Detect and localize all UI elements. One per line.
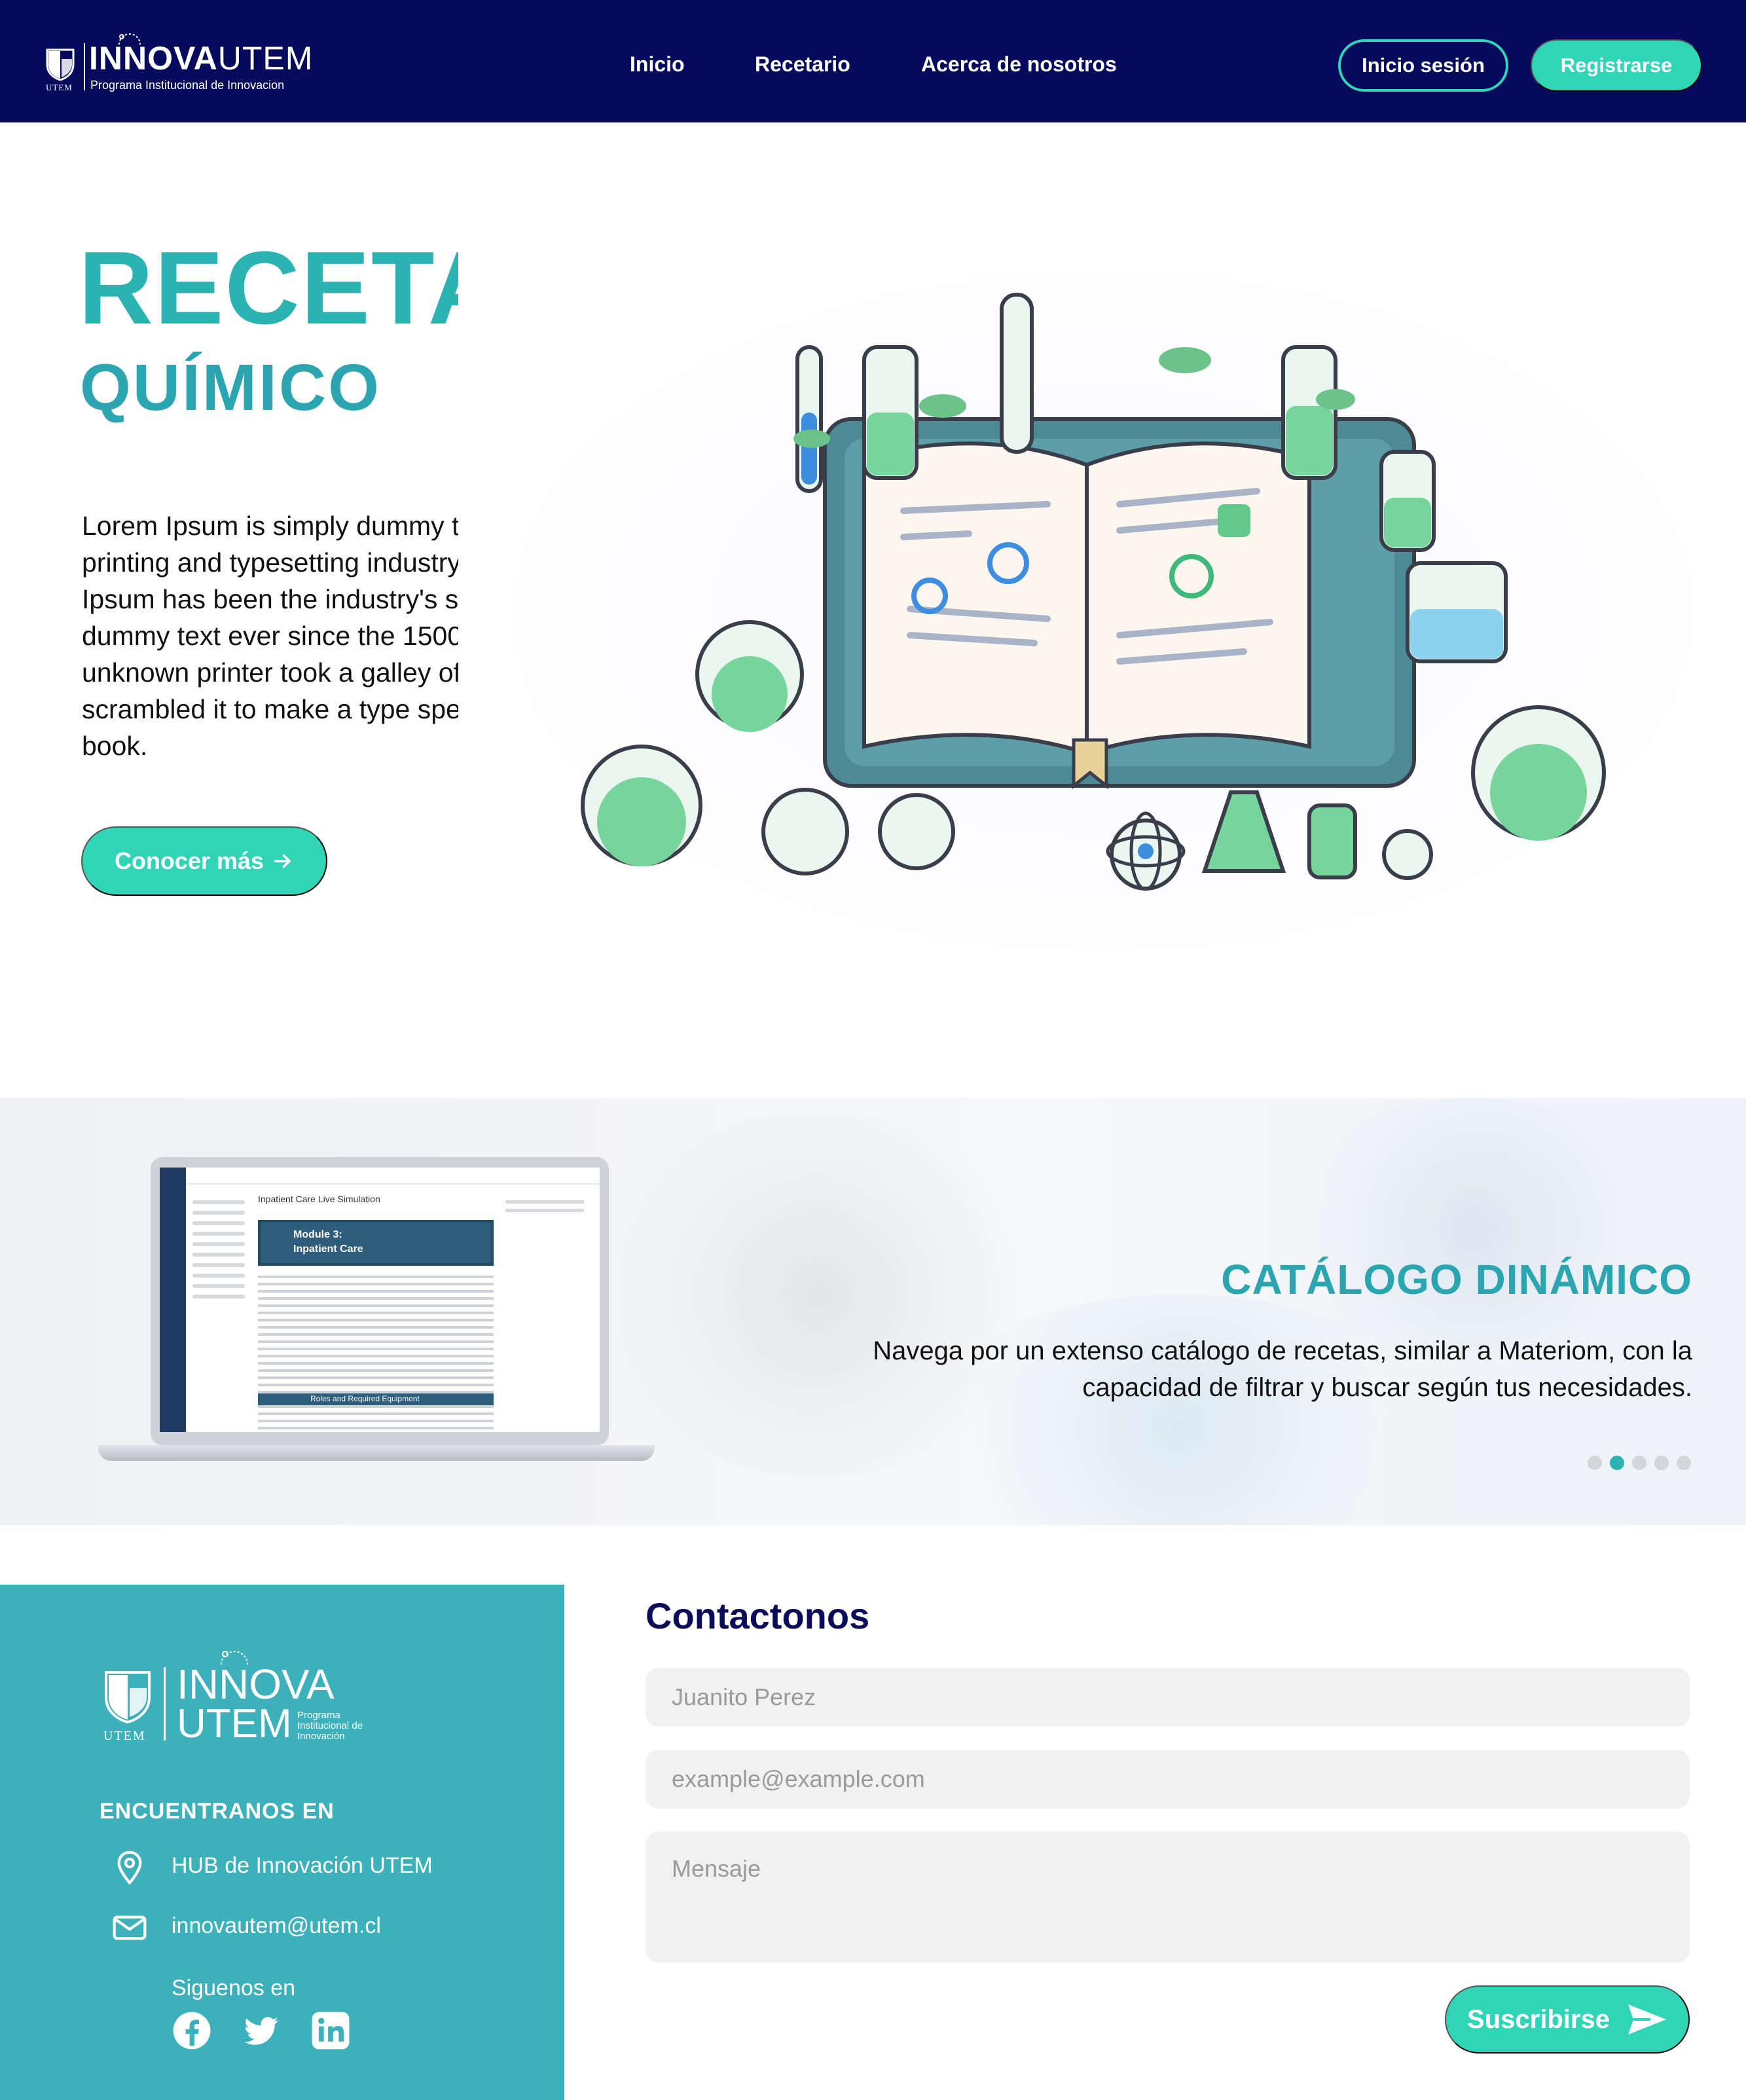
lms-module-subtitle: Inpatient Care [293, 1243, 363, 1255]
chemistry-book-illustration [458, 242, 1746, 982]
footer-logo: UTEM INNOVA UTEM Programa Institucional … [103, 1644, 365, 1755]
learn-more-label: Conocer más [114, 847, 264, 874]
carousel-dot[interactable] [1677, 1456, 1691, 1470]
lms-module-banner: Module 3: Inpatient Care [258, 1220, 494, 1266]
logo-brand-bold: INNOVA [89, 40, 218, 77]
find-us-title: ENCUENTRANOS EN [100, 1799, 335, 1824]
carousel-dot[interactable] [1588, 1456, 1602, 1470]
logo-wordmark: INNOVAUTEM [89, 39, 313, 77]
footer-logo-innova: INNOVA [177, 1661, 335, 1708]
contact-title: Contactonos [646, 1595, 870, 1636]
carousel-dot[interactable] [1632, 1456, 1646, 1470]
nav-link-inicio[interactable]: Inicio [630, 52, 685, 77]
subscribe-button[interactable]: Suscribirse [1445, 1985, 1690, 2054]
lms-body-text [258, 1276, 494, 1434]
login-button[interactable]: Inicio sesión [1338, 39, 1508, 92]
follow-us-label: Siguenos en [172, 1976, 296, 2000]
linkedin-icon[interactable] [310, 2010, 351, 2051]
laptop-mockup: Inpatient Care Live Simulation Module 3:… [98, 1157, 655, 1461]
catalog-title: CATÁLOGO DINÁMICO [1221, 1256, 1692, 1303]
catalog-banner: Inpatient Care Live Simulation Module 3:… [0, 1098, 1746, 1525]
facebook-icon[interactable] [172, 2010, 212, 2051]
lms-right-panel [505, 1200, 584, 1217]
twitter-icon[interactable] [241, 2010, 282, 2051]
nav-link-recetario[interactable]: Recetario [755, 52, 850, 77]
laptop-screen: Inpatient Care Live Simulation Module 3:… [160, 1168, 600, 1432]
footer-info-panel: UTEM INNOVA UTEM Programa Institucional … [0, 1585, 564, 2100]
footer-shield-label: UTEM [103, 1729, 146, 1743]
utem-shield-icon [105, 1671, 151, 1724]
lms-page-title: Inpatient Care Live Simulation [258, 1194, 380, 1204]
nav-link-acerca[interactable]: Acerca de nosotros [921, 52, 1117, 77]
illustration-svg [581, 293, 1606, 891]
lms-section-bar: Roles and Required Equipment [258, 1393, 494, 1405]
navbar: UTEM INNOVAUTEM Programa Institucional d… [0, 0, 1746, 122]
logo-divider [84, 43, 85, 90]
carousel-dot-active[interactable] [1610, 1456, 1624, 1470]
innovautem-logo[interactable]: UTEM INNOVAUTEM Programa Institucional d… [43, 28, 325, 96]
lms-course-nav [192, 1200, 245, 1305]
address-text: HUB de Innovación UTEM [172, 1853, 433, 1878]
carousel-dots [1588, 1456, 1691, 1470]
footer-logo-utem: UTEM [177, 1701, 292, 1746]
logo-brand-light: UTEM [217, 40, 314, 77]
lms-sidebar [160, 1168, 186, 1432]
lms-topbar [186, 1168, 600, 1185]
register-button[interactable]: Registrarse [1531, 39, 1702, 92]
email-input[interactable] [646, 1750, 1690, 1809]
message-input[interactable] [646, 1832, 1690, 1962]
mail-icon [113, 1915, 147, 1940]
lms-module-title: Module 3: Inpatient Care [293, 1228, 363, 1257]
background-blur [1277, 1098, 1669, 1360]
lms-module-number: Module 3: [293, 1229, 342, 1240]
learn-more-button[interactable]: Conocer más [81, 826, 327, 896]
arrow-right-icon [274, 854, 291, 868]
carousel-dot[interactable] [1654, 1456, 1669, 1470]
footer-logo-program: Programa Institucional de Innovación [297, 1710, 363, 1742]
name-input[interactable] [646, 1668, 1690, 1727]
logo-tagline: Programa Institucional de Innovacion [90, 79, 285, 92]
utem-shield-icon [46, 48, 75, 81]
catalog-description: Navega por un extenso catálogo de receta… [873, 1336, 1692, 1402]
laptop-base [98, 1445, 655, 1461]
subscribe-label: Suscribirse [1467, 2004, 1610, 2034]
footer-logo-divider [164, 1667, 166, 1741]
email-text[interactable]: innovautem@utem.cl [172, 1913, 381, 1939]
logo-shield-label: UTEM [46, 83, 73, 92]
lms-section-label: Roles and Required Equipment [310, 1394, 420, 1403]
location-pin-icon [117, 1851, 142, 1885]
send-icon [1628, 2004, 1666, 2035]
hero-subtitle: QUÍMICO [80, 351, 381, 424]
